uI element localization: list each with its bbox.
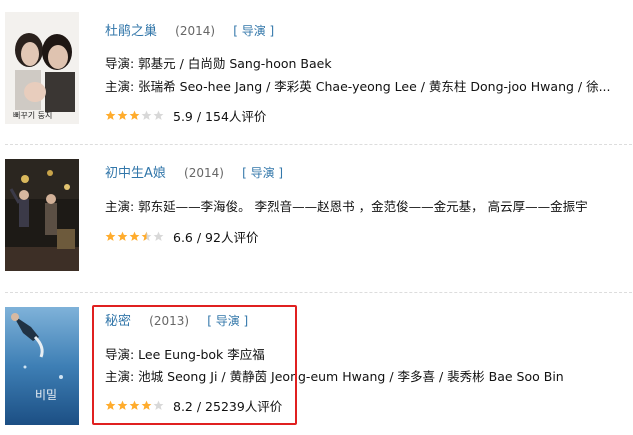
rating-text: 6.6 / 92人评价: [173, 230, 259, 245]
star-icon: [153, 231, 164, 241]
star-rating: [105, 110, 165, 121]
movie-year: (2014): [175, 24, 216, 38]
cast-line: 主演: 张瑞希 Seo-hee Jang / 李彩英 Chae-yeong Le…: [105, 79, 611, 94]
highlight-box: [92, 305, 297, 425]
movie-title-link[interactable]: 杜鹃之巢: [105, 24, 157, 39]
star-rating: [105, 231, 165, 242]
star-icon: [117, 231, 128, 241]
movie-poster-3[interactable]: 비밀: [5, 307, 79, 425]
movie-year: (2014): [184, 166, 224, 180]
role-badge: [ 导演 ]: [242, 166, 284, 180]
divider: [5, 144, 632, 145]
star-icon: [105, 110, 116, 120]
director-line: 导演: 郭基元 / 白尚勋 Sang-hoon Baek: [105, 56, 332, 71]
movie-poster-1[interactable]: 뻐꾸기 둥지: [5, 12, 79, 124]
star-icon: [153, 110, 164, 120]
rating-row: 5.9 / 154人评价: [105, 106, 266, 125]
role-badge: [ 导演 ]: [233, 24, 275, 38]
rating-row: 6.6 / 92人评价: [105, 227, 258, 246]
cast-line: 主演: 郭东延——李海俊。 李烈音——赵恩书 ，金范俊——金元基， 高云厚——金…: [105, 199, 588, 214]
divider: [5, 292, 632, 293]
movie-title-link[interactable]: 初中生A娘: [105, 166, 166, 181]
svg-text:비밀: 비밀: [35, 388, 57, 402]
rating-text: 5.9 / 154人评价: [173, 109, 267, 124]
star-icon: [141, 110, 152, 120]
star-icon: [105, 231, 116, 241]
star-icon: [141, 231, 152, 241]
star-icon: [129, 231, 140, 241]
star-icon: [117, 110, 128, 120]
movie-poster-2[interactable]: [5, 159, 79, 271]
svg-text:뻐꾸기 둥지: 뻐꾸기 둥지: [13, 110, 52, 120]
star-icon: [129, 110, 140, 120]
